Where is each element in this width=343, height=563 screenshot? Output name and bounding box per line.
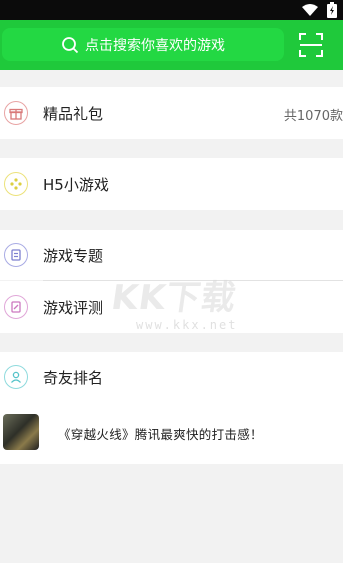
- menu-label-gift-packs: 精品礼包: [43, 105, 104, 123]
- battery-icon: [327, 2, 337, 18]
- menu-label-h5-games: H5小游戏: [43, 176, 109, 194]
- featured-game-item[interactable]: 《穿越火线》腾讯最爽快的打击感！: [0, 402, 343, 464]
- document-icon: [4, 243, 28, 267]
- gift-count: 共1070款: [283, 109, 343, 124]
- menu-item-game-topics[interactable]: 游戏专题: [0, 230, 343, 280]
- menu-label-game-topics: 游戏专题: [43, 247, 104, 265]
- search-input[interactable]: 点击搜索你喜欢的游戏: [2, 28, 284, 61]
- status-bar: [0, 0, 343, 20]
- scan-icon[interactable]: [298, 32, 324, 58]
- gamepad-icon: [4, 172, 28, 196]
- wifi-icon: [302, 4, 318, 16]
- menu-label-game-reviews: 游戏评测: [43, 299, 104, 317]
- review-icon: [4, 295, 28, 319]
- menu-item-game-reviews[interactable]: 游戏评测: [0, 281, 343, 333]
- featured-game-title: 《穿越火线》腾讯最爽快的打击感！: [58, 427, 263, 442]
- user-icon: [4, 365, 28, 389]
- menu-item-h5-games[interactable]: H5小游戏: [0, 158, 343, 210]
- menu-item-gift-packs[interactable]: 精品礼包 共1070款: [0, 87, 343, 139]
- game-thumbnail: [3, 414, 39, 450]
- search-placeholder: 点击搜索你喜欢的游戏: [85, 37, 225, 54]
- status-icons: [301, 2, 337, 18]
- search-icon: [62, 36, 79, 53]
- top-header: 点击搜索你喜欢的游戏: [0, 20, 343, 70]
- menu-label-friend-ranking: 奇友排名: [43, 369, 104, 387]
- menu-item-friend-ranking[interactable]: 奇友排名: [0, 352, 343, 402]
- gift-icon: [4, 101, 28, 125]
